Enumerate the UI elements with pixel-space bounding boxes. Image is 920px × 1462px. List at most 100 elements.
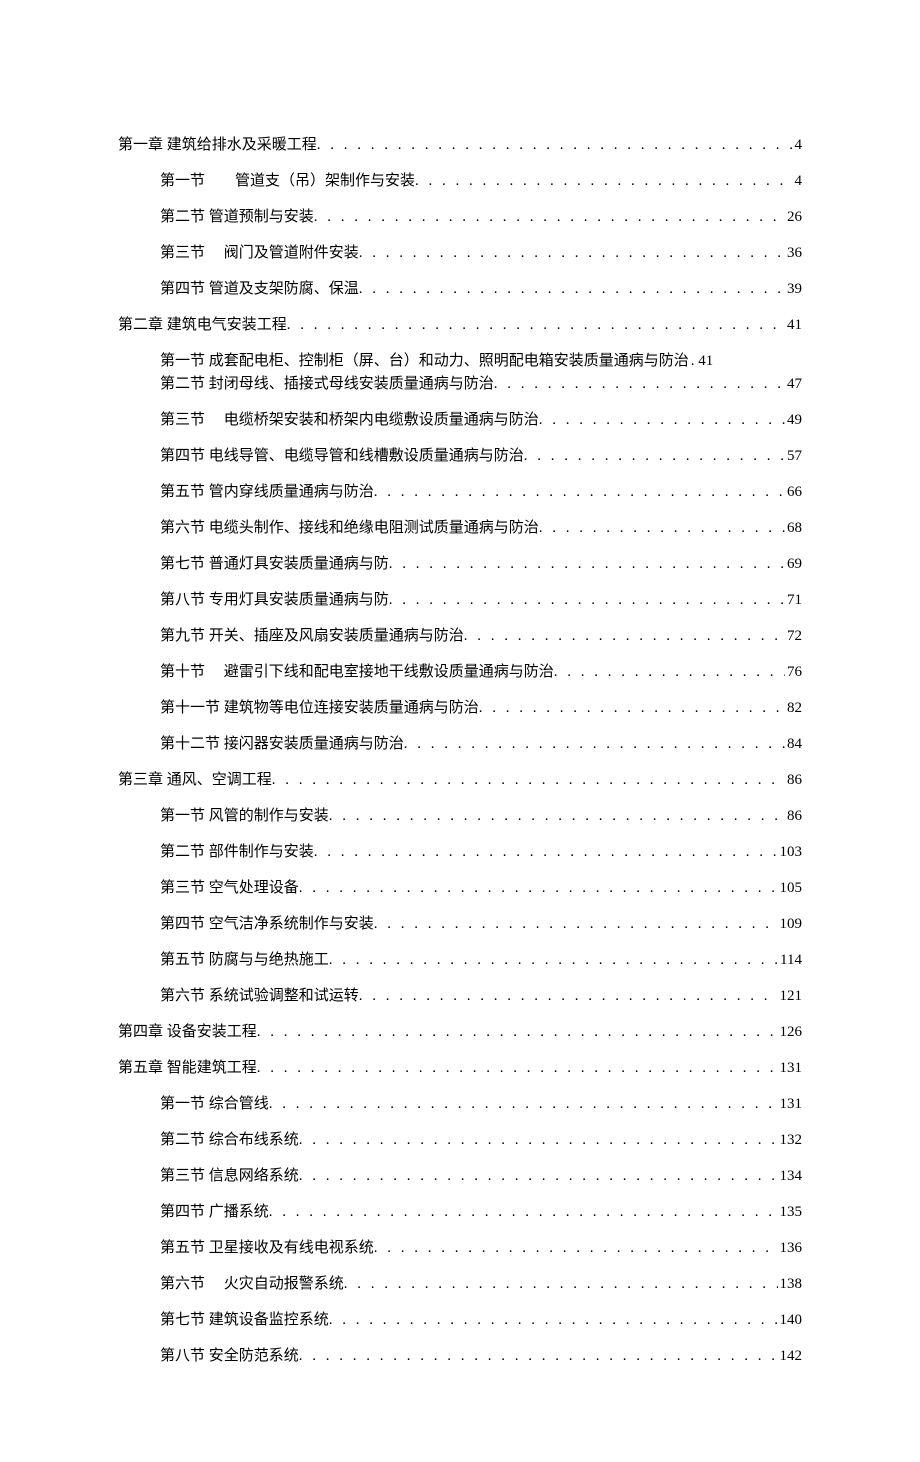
toc-entry: 第六节 系统试验调整和试运转 121 [160, 986, 802, 1007]
toc-title: 第六节 电缆头制作、接线和绝缘电阻测试质量通病与防治 [160, 518, 539, 539]
toc-entry: 第四节 广播系统135 [160, 1202, 802, 1223]
toc-leader-dots [317, 135, 793, 156]
toc-entry: 第五节 管内穿线质量通病与防治 66 [160, 482, 802, 503]
toc-page-number: 131 [778, 1094, 803, 1115]
toc-leader-dots [257, 1022, 778, 1043]
toc-leader-dots [404, 734, 785, 755]
toc-leader-dots [359, 243, 785, 264]
toc-title: 第九节 开关、插座及风扇安装质量通病与防治 [160, 626, 464, 647]
toc-entry: 第三节 空气处理设备105 [160, 878, 802, 899]
toc-title: 第八节 安全防范系统 [160, 1346, 299, 1367]
toc-entry: 第四节 空气洁净系统制作与安装109 [160, 914, 802, 935]
toc-entry: 第三章 通风、空调工程 86 [118, 770, 802, 791]
toc-page-number: 39 [785, 279, 802, 300]
toc-entry: 第八节 专用灯具安装质量通病与防71 [160, 590, 802, 611]
toc-title: 第一节 综合管线 [160, 1094, 269, 1115]
toc-page-number: 86 [785, 770, 802, 791]
page: 第一章 建筑给排水及采暖工程 4 第一节 管道支（吊）架制作与安装 4 第二节 管道预制… [0, 0, 920, 1462]
toc-entry: 第七节 建筑设备监控系统 140 [160, 1310, 802, 1331]
toc-page-number: 66 [785, 482, 802, 503]
toc-page-number: 26 [785, 207, 802, 228]
toc-title: 第二节 封闭母线、插接式母线安装质量通病与防治 [160, 374, 494, 395]
toc-title: 第十一节 建筑物等电位连接安装质量通病与防治 [160, 698, 479, 719]
toc-title: 第一节 管道支（吊）架制作与安装 [160, 171, 415, 192]
toc-entry: 第十节 避雷引下线和配电室接地干线敷设质量通病与防治 76 [160, 662, 802, 683]
toc-page-number: 103 [778, 842, 803, 863]
toc-page-number: 68 [785, 518, 802, 539]
toc-entry: 第十二节 接闪器安装质量通病与防治84 [160, 734, 802, 755]
toc-leader-dots [329, 950, 778, 971]
toc-entry: 第一章 建筑给排水及采暖工程 4 [118, 135, 802, 156]
toc-page-number: 135 [778, 1202, 803, 1223]
toc-leader-dots [287, 315, 785, 336]
toc-entry: 第九节 开关、插座及风扇安装质量通病与防治 72 [160, 626, 802, 647]
toc-title: 第三节 阀门及管道附件安装 [160, 243, 359, 264]
toc-page-number: 69 [785, 554, 802, 575]
toc-page-number: 105 [778, 878, 803, 899]
toc-page-number: 134 [778, 1166, 803, 1187]
toc-leader-dots [272, 770, 785, 791]
table-of-contents: 第一章 建筑给排水及采暖工程 4 第一节 管道支（吊）架制作与安装 4 第二节 管道预制… [118, 135, 802, 1367]
toc-leader-dots [299, 1130, 778, 1151]
toc-title: 第三节 电缆桥架安装和桥架内电缆敷设质量通病与防治 [160, 410, 539, 431]
toc-entry: 第二节 管道预制与安装26 [160, 207, 802, 228]
toc-leader-dots [494, 374, 785, 395]
toc-leader-dots [344, 1274, 778, 1295]
toc-title: 第七节 普通灯具安装质量通病与防 [160, 554, 389, 575]
toc-page-number: 4 [793, 135, 803, 156]
toc-title: 第七节 建筑设备监控系统 [160, 1310, 329, 1331]
toc-leader-dots [389, 590, 785, 611]
toc-entry: 第一节 综合管线 131 [160, 1094, 802, 1115]
toc-leader-dots [329, 1310, 778, 1331]
toc-entry: 第一节 成套配电柜、控制柜（屏、台）和动力、照明配电箱安装质量通病与防治. 41 [160, 351, 802, 372]
toc-page-number: 86 [785, 806, 802, 827]
toc-entry: 第五章 智能建筑工程131 [118, 1058, 802, 1079]
toc-page-number: 109 [778, 914, 803, 935]
toc-entry: 第三节 阀门及管道附件安装 36 [160, 243, 802, 264]
toc-leader-dots [415, 171, 792, 192]
toc-leader-dots [389, 554, 785, 575]
toc-page-number: 131 [778, 1058, 803, 1079]
toc-title: 第三节 信息网络系统 [160, 1166, 299, 1187]
toc-entry: 第四章 设备安装工程126 [118, 1022, 802, 1043]
toc-leader-dots [314, 842, 778, 863]
toc-leader-dots [329, 806, 785, 827]
toc-entry: 第六节 电缆头制作、接线和绝缘电阻测试质量通病与防治 68 [160, 518, 802, 539]
toc-title: 第五节 卫星接收及有线电视系统 [160, 1238, 374, 1259]
toc-entry: 第五节 卫星接收及有线电视系统136 [160, 1238, 802, 1259]
toc-leader-dots [374, 482, 785, 503]
toc-page-number: 84 [785, 734, 802, 755]
toc-page-number: 41 [785, 315, 802, 336]
toc-entry: 第八节 安全防范系统142 [160, 1346, 802, 1367]
toc-leader-dots [359, 279, 785, 300]
toc-page-number: 72 [785, 626, 802, 647]
toc-leader-dots [374, 914, 778, 935]
toc-leader-dots [299, 878, 778, 899]
toc-page-number: 71 [785, 590, 802, 611]
toc-title: 第六节 火灾自动报警系统 [160, 1274, 344, 1295]
toc-entry: 第六节 火灾自动报警系统138 [160, 1274, 802, 1295]
toc-entry: 第一节 管道支（吊）架制作与安装 4 [160, 171, 802, 192]
toc-title: 第四章 设备安装工程 [118, 1022, 257, 1043]
toc-title: 第五节 防腐与与绝热施工 [160, 950, 329, 971]
toc-title: 第五节 管内穿线质量通病与防治 [160, 482, 374, 503]
toc-title: 第一章 建筑给排水及采暖工程 [118, 135, 317, 156]
toc-entry: 第二节 封闭母线、插接式母线安装质量通病与防治47 [160, 374, 802, 395]
toc-page-number: 121 [778, 986, 803, 1007]
toc-leader-dots [479, 698, 785, 719]
toc-title: 第十节 避雷引下线和配电室接地干线敷设质量通病与防治 [160, 662, 554, 683]
toc-page-number: 76 [785, 662, 802, 683]
toc-page-number: 140 [778, 1310, 803, 1331]
toc-leader-dots [299, 1346, 778, 1367]
toc-leader-dots [464, 626, 785, 647]
toc-title: 第一节 成套配电柜、控制柜（屏、台）和动力、照明配电箱安装质量通病与防治 [160, 351, 689, 372]
toc-page-number: 36 [785, 243, 802, 264]
toc-page-number: 4 [793, 171, 803, 192]
toc-entry: 第十一节 建筑物等电位连接安装质量通病与防治82 [160, 698, 802, 719]
toc-leader-dots [539, 518, 785, 539]
toc-title: 第二章 建筑电气安装工程 [118, 315, 287, 336]
toc-title: 第三章 通风、空调工程 [118, 770, 272, 791]
toc-title: 第六节 系统试验调整和试运转 [160, 986, 359, 1007]
toc-page-number: 114 [778, 950, 802, 971]
toc-page-number: . 41 [689, 351, 714, 372]
